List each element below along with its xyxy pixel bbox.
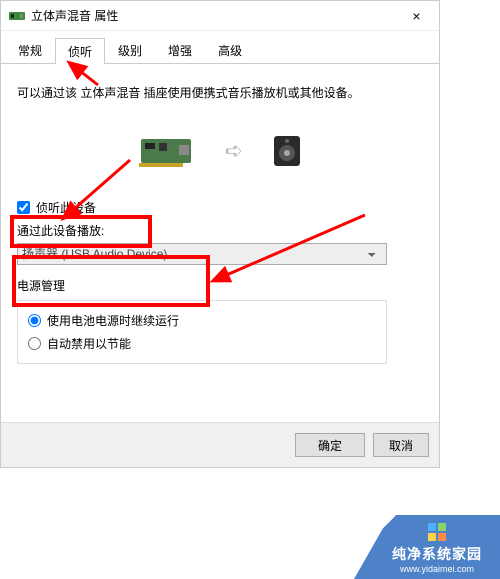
ok-button[interactable]: 确定 [295,433,365,457]
watermark-url: www.yidaimei.com [400,564,474,574]
description-text: 可以通过该 立体声混音 插座使用便携式音乐播放机或其他设备。 [17,84,423,103]
dialog-footer: 确定 取消 [1,422,439,467]
window-title: 立体声混音 属性 [31,7,118,24]
tab-enhancements[interactable]: 增强 [155,37,205,63]
close-button[interactable]: × [394,1,439,31]
listen-checkbox[interactable] [17,201,30,214]
power-radio-group: 使用电池电源时继续运行 自动禁用以节能 [17,300,387,364]
device-select-wrap: 扬声器 (USB Audio Device) [17,243,423,265]
playback-device-select[interactable]: 扬声器 (USB Audio Device) [17,243,387,265]
power-option-continue[interactable]: 使用电池电源时继续运行 [28,309,376,332]
listen-checkbox-label: 侦听此设备 [36,199,96,216]
device-diagram: ➪ [17,133,423,169]
arrow-icon: ➪ [225,138,243,164]
tab-content: 可以通过该 立体声混音 插座使用便携式音乐播放机或其他设备。 ➪ 侦听此设备 通… [1,64,439,372]
watermark-logo-icon [425,520,449,544]
close-icon: × [412,8,420,24]
watermark: 纯净系统家园 www.yidaimei.com [354,515,500,579]
tab-levels[interactable]: 级别 [105,37,155,63]
radio-disable[interactable] [28,337,41,350]
power-title: 电源管理 [17,277,423,294]
audio-device-icon [9,10,25,22]
playback-label: 通过此设备播放: [17,222,423,239]
tab-advanced[interactable]: 高级 [205,37,255,63]
speaker-icon [273,135,301,167]
tab-listen[interactable]: 侦听 [55,38,105,64]
radio-disable-label: 自动禁用以节能 [47,335,131,352]
listen-checkbox-row: 侦听此设备 [17,199,423,216]
radio-continue[interactable] [28,314,41,327]
watermark-brand: 纯净系统家园 [392,544,482,564]
tab-general[interactable]: 常规 [5,37,55,63]
radio-continue-label: 使用电池电源时继续运行 [47,312,179,329]
tab-strip: 常规 侦听 级别 增强 高级 [1,31,439,64]
titlebar: 立体声混音 属性 × [1,1,439,31]
power-section: 电源管理 使用电池电源时继续运行 自动禁用以节能 [17,277,423,364]
power-option-disable[interactable]: 自动禁用以节能 [28,332,376,355]
properties-dialog: 立体声混音 属性 × 常规 侦听 级别 增强 高级 可以通过该 立体声混音 插座… [0,0,440,468]
cancel-button[interactable]: 取消 [373,433,429,457]
soundcard-icon [139,133,195,169]
